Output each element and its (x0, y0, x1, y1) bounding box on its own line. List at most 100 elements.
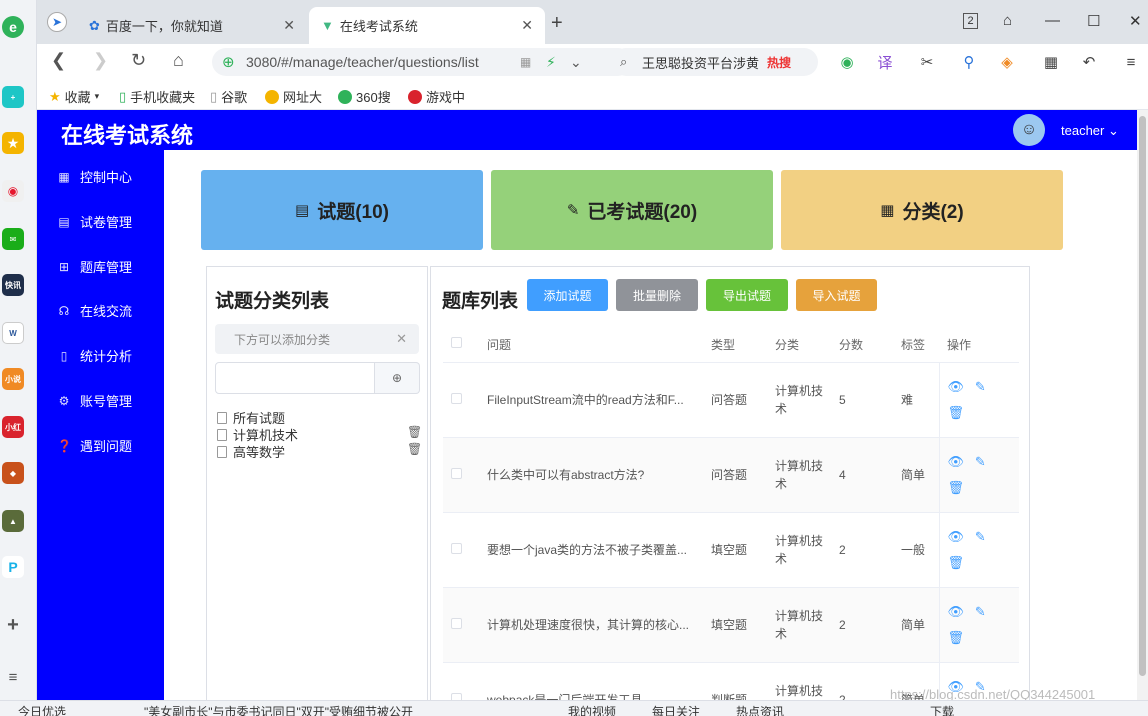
delete-icon[interactable]: 🗑 (407, 442, 422, 456)
category-filter-input[interactable]: 下方可以添加分类 ✕ (215, 324, 419, 354)
delete-icon[interactable]: 🗑 (948, 630, 965, 645)
user-menu[interactable]: teacher ⌄ (1061, 123, 1119, 139)
new-category-input[interactable] (215, 362, 375, 394)
add-rail-icon[interactable]: + (2, 614, 24, 636)
home-icon[interactable]: ⌂ (173, 50, 184, 71)
p-app-icon[interactable]: P (2, 556, 24, 578)
stat-card-tested[interactable]: ✎ 已考试题(20) (491, 170, 773, 250)
rail-app-icon[interactable]: + (2, 86, 24, 108)
status-item[interactable]: 下载 (930, 703, 954, 716)
scissors-icon[interactable]: ✂ (917, 52, 937, 72)
table-row[interactable]: FileInputStream流中的read方法和F... 问答题 计算机技术 … (443, 362, 1019, 438)
row-checkbox[interactable] (451, 542, 462, 554)
delete-icon[interactable]: 🗑 (948, 555, 965, 570)
close-icon[interactable]: ✕ (521, 17, 533, 34)
forward-icon[interactable]: ❯ (93, 50, 108, 71)
bookmark-favorites[interactable]: ★ 收藏 ▾ (49, 87, 99, 106)
bookmark-sites[interactable]: 网址大 (265, 87, 322, 106)
status-item[interactable]: 我的视频 (568, 703, 616, 716)
bookmark-google[interactable]: ▯ 谷歌 (210, 87, 247, 106)
tab-baidu[interactable]: ✿ 百度一下，你就知道 ✕ (77, 7, 307, 44)
news-app-icon[interactable]: 快讯 (2, 274, 24, 296)
undo-icon[interactable]: ↶ (1079, 52, 1099, 72)
edit-icon[interactable]: ✎ (975, 379, 986, 394)
stat-card-categories[interactable]: ▦ 分类(2) (781, 170, 1063, 250)
browser-logo-icon[interactable]: e (2, 16, 24, 38)
sidebar-item-help[interactable]: ❓ 遇到问题 (57, 436, 132, 455)
batch-delete-button[interactable]: 批量删除 (616, 279, 698, 311)
navigation-arrow-icon[interactable]: ➤ (47, 12, 67, 32)
word-icon[interactable]: W (2, 322, 24, 344)
close-icon[interactable]: ✕ (283, 17, 295, 34)
new-tab-icon[interactable]: + (551, 12, 563, 35)
wechat-icon[interactable]: ◉ (837, 52, 857, 72)
bookmark-360[interactable]: 360搜 (338, 87, 391, 106)
view-icon[interactable]: 👁 (948, 379, 965, 394)
delete-icon[interactable]: 🗑 (948, 480, 965, 495)
chevron-down-icon[interactable]: ⌄ (570, 54, 582, 71)
delete-icon[interactable]: 🗑 (407, 425, 422, 439)
magnifier-icon[interactable]: ⚲ (959, 52, 979, 72)
add-category-button[interactable]: ⊕ (375, 362, 420, 394)
translate-icon[interactable]: 译 (875, 52, 895, 72)
sidebar-item-chat[interactable]: ☊ 在线交流 (57, 301, 132, 320)
qr-icon[interactable]: ▦ (520, 55, 531, 69)
page-scrollbar[interactable] (1137, 110, 1148, 700)
window-close-icon[interactable]: ✕ (1129, 12, 1142, 30)
edit-icon[interactable]: ✎ (975, 454, 986, 469)
sidebar-item-papers[interactable]: ▤ 试卷管理 (57, 212, 132, 231)
avatar[interactable]: ☺ (1013, 114, 1045, 146)
url-field[interactable]: ⊕ 3080/#/manage/teacher/questions/list ▦… (212, 48, 632, 76)
bookmark-games[interactable]: 游戏中 (408, 87, 465, 106)
reload-icon[interactable]: ↻ (131, 50, 146, 71)
table-row[interactable]: 要想一个java类的方法不被子类覆盖... 填空题 计算机技术 2 一般 👁 ✎… (443, 512, 1019, 588)
delete-icon[interactable]: 🗑 (948, 405, 965, 420)
edit-icon[interactable]: ✎ (975, 604, 986, 619)
edit-icon[interactable]: ✎ (975, 529, 986, 544)
back-icon[interactable]: ❮ (51, 50, 66, 71)
tab-count-badge[interactable]: 2 (963, 13, 978, 29)
import-button[interactable]: 导入试题 (796, 279, 877, 311)
status-item[interactable]: 热点资讯 (736, 703, 784, 716)
stat-card-questions[interactable]: ▤ 试题(10) (201, 170, 483, 250)
novel-app-icon[interactable]: 小说 (2, 368, 24, 390)
sidebar-item-statistics[interactable]: ▯ 统计分析 (57, 346, 132, 365)
row-checkbox[interactable] (451, 392, 462, 404)
select-all-checkbox[interactable] (451, 337, 462, 349)
favorites-icon[interactable]: ★ (2, 132, 24, 154)
tree-item-math[interactable]: 高等数学 (217, 442, 285, 461)
lightning-icon[interactable]: ⚡ (546, 54, 556, 71)
add-question-button[interactable]: 添加试题 (527, 279, 608, 311)
minimize-icon[interactable]: — (1045, 12, 1060, 29)
status-item[interactable]: 每日关注 (652, 703, 700, 716)
export-button[interactable]: 导出试题 (706, 279, 788, 311)
view-icon[interactable]: 👁 (948, 454, 965, 469)
table-row[interactable]: 计算机处理速度很快，其计算的核心... 填空题 计算机技术 2 简单 👁 ✎ 🗑 (443, 587, 1019, 663)
bookmark-mobile[interactable]: ▯ 手机收藏夹 (119, 87, 195, 106)
maximize-icon[interactable]: ☐ (1087, 12, 1100, 30)
sidebar-item-accounts[interactable]: ⚙ 账号管理 (57, 391, 132, 410)
game-app-icon[interactable]: ◆ (2, 462, 24, 484)
menu-icon[interactable]: ≡ (1121, 52, 1141, 72)
scrollbar-thumb[interactable] (1139, 116, 1146, 676)
clear-icon[interactable]: ✕ (396, 331, 407, 347)
sidebar-item-control-center[interactable]: ▦ 控制中心 (57, 167, 132, 186)
shirt-icon[interactable]: ⌂ (1003, 12, 1012, 29)
game-app-icon-2[interactable]: ▲ (2, 510, 24, 532)
tab-exam-system[interactable]: ▼ 在线考试系统 ✕ (309, 7, 545, 44)
weibo-icon[interactable]: ◉ (2, 180, 24, 202)
news-ticker[interactable]: "美女副市长"与市委书记同日"双开"受贿细节被公开 (144, 703, 413, 716)
view-icon[interactable]: 👁 (948, 604, 965, 619)
row-checkbox[interactable] (451, 617, 462, 629)
red-app-icon[interactable]: 小红 (2, 416, 24, 438)
table-row[interactable]: 什么类中可以有abstract方法? 问答题 计算机技术 4 简单 👁 ✎ 🗑 (443, 437, 1019, 513)
search-box[interactable]: ⌕ 王思聪投资平台涉黄 热搜 (612, 48, 818, 76)
gamepad-icon[interactable]: ◈ (997, 52, 1017, 72)
view-icon[interactable]: 👁 (948, 529, 965, 544)
sidebar-item-question-bank[interactable]: ⊞ 题库管理 (57, 257, 132, 276)
status-item[interactable]: 今日优选 (18, 703, 66, 716)
mail-icon[interactable]: ✉ (2, 228, 24, 250)
apps-grid-icon[interactable]: ▦ (1041, 52, 1061, 72)
rail-menu-icon[interactable]: ≡ (2, 666, 24, 688)
row-checkbox[interactable] (451, 467, 462, 479)
